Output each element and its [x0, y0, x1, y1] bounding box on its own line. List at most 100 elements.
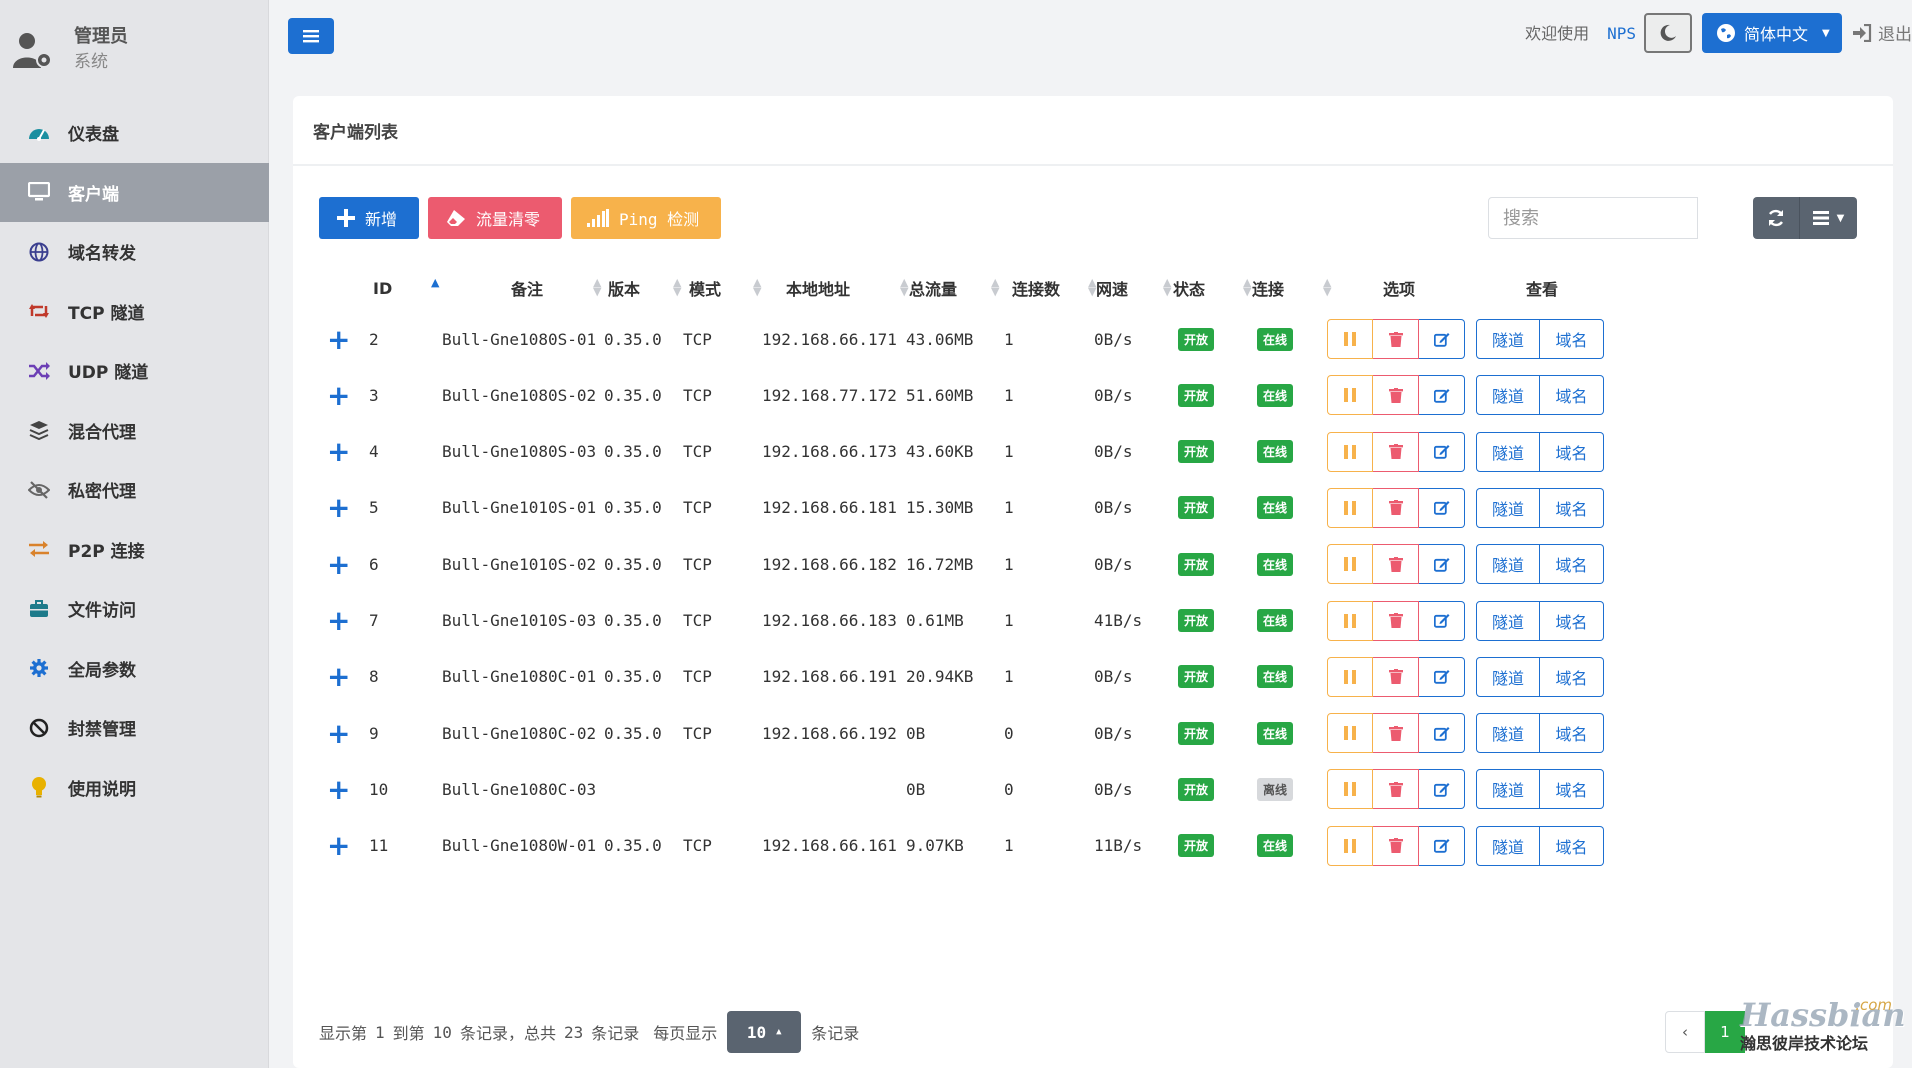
language-select[interactable]: 简体中文 ▼ — [1702, 13, 1842, 53]
sidebar-item-6[interactable]: 私密代理 — [0, 460, 269, 520]
column-header-3[interactable]: 模式 — [689, 268, 721, 308]
sidebar-item-9[interactable]: 全局参数 — [0, 639, 269, 699]
pause-button[interactable] — [1327, 600, 1373, 641]
sidebar-item-1[interactable]: 客户端 — [0, 162, 269, 222]
sidebar-item-0[interactable]: 仪表盘 — [0, 103, 269, 163]
page-button-current[interactable]: 1 — [1705, 1011, 1745, 1053]
page-size-select[interactable]: 10 ▲ — [727, 1011, 802, 1053]
delete-button[interactable] — [1373, 769, 1419, 810]
add-button[interactable]: 新增 — [319, 197, 419, 239]
sidebar-item-10[interactable]: 封禁管理 — [0, 698, 269, 758]
expand-row-icon[interactable]: + — [327, 596, 350, 646]
sidebar-item-3[interactable]: TCP 隧道 — [0, 282, 269, 342]
edit-button[interactable] — [1419, 769, 1465, 810]
delete-button[interactable] — [1373, 600, 1419, 641]
view-tunnel-button[interactable]: 隧道 — [1476, 319, 1540, 359]
edit-button[interactable] — [1419, 713, 1465, 754]
expand-row-icon[interactable]: + — [327, 483, 350, 533]
theme-toggle-button[interactable] — [1644, 13, 1692, 53]
view-domain-button[interactable]: 域名 — [1540, 319, 1604, 359]
refresh-button[interactable] — [1753, 197, 1799, 239]
view-domain-button[interactable]: 域名 — [1540, 487, 1604, 528]
sidebar-item-8[interactable]: 文件访问 — [0, 579, 269, 639]
expand-row-icon[interactable]: + — [327, 764, 350, 814]
view-domain-button[interactable]: 域名 — [1540, 825, 1604, 866]
sidebar-item-11[interactable]: 使用说明 — [0, 758, 269, 818]
sidebar-item-5[interactable]: 混合代理 — [0, 401, 269, 461]
expand-row-icon[interactable]: + — [327, 539, 350, 589]
sidebar-item-7[interactable]: P2P 连接 — [0, 520, 269, 580]
edit-button[interactable] — [1419, 319, 1465, 359]
view-domain-button[interactable]: 域名 — [1540, 769, 1604, 810]
delete-button[interactable] — [1373, 375, 1419, 416]
sort-icon[interactable]: ▲ ▼ — [673, 277, 681, 297]
pause-button[interactable] — [1327, 713, 1373, 754]
view-domain-button[interactable]: 域名 — [1540, 600, 1604, 641]
logout-button[interactable]: 退出 — [1852, 20, 1912, 45]
view-tunnel-button[interactable]: 隧道 — [1476, 431, 1540, 472]
expand-row-icon[interactable]: + — [327, 652, 350, 702]
view-tunnel-button[interactable]: 隧道 — [1476, 825, 1540, 866]
view-tunnel-button[interactable]: 隧道 — [1476, 600, 1540, 641]
edit-button[interactable] — [1419, 825, 1465, 866]
column-header-4[interactable]: 本地地址 — [786, 268, 850, 308]
sort-icon[interactable]: ▲ ▼ — [1243, 277, 1251, 297]
delete-button[interactable] — [1373, 825, 1419, 866]
pause-button[interactable] — [1327, 375, 1373, 416]
sort-icon[interactable]: ▲ — [431, 277, 439, 288]
pause-button[interactable] — [1327, 544, 1373, 585]
sort-icon[interactable]: ▲ ▼ — [900, 277, 908, 297]
column-header-8[interactable]: 状态 — [1173, 268, 1205, 308]
column-header-5[interactable]: 总流量 — [909, 268, 957, 308]
sort-icon[interactable]: ▲ ▼ — [1163, 277, 1171, 297]
view-tunnel-button[interactable]: 隧道 — [1476, 656, 1540, 697]
edit-button[interactable] — [1419, 487, 1465, 528]
column-header-6[interactable]: 连接数 — [1012, 268, 1060, 308]
pause-button[interactable] — [1327, 431, 1373, 472]
view-domain-button[interactable]: 域名 — [1540, 431, 1604, 472]
view-tunnel-button[interactable]: 隧道 — [1476, 487, 1540, 528]
ping-button[interactable]: Ping 检测 — [571, 197, 721, 239]
view-domain-button[interactable]: 域名 — [1540, 375, 1604, 416]
clear-traffic-button[interactable]: 流量清零 — [428, 197, 562, 239]
sort-icon[interactable]: ▲ ▼ — [593, 277, 601, 297]
sidebar-item-2[interactable]: 域名转发 — [0, 222, 269, 282]
search-input[interactable] — [1488, 197, 1698, 239]
column-header-1[interactable]: 备注 — [511, 268, 543, 308]
column-header-9[interactable]: 连接 — [1252, 268, 1284, 308]
edit-button[interactable] — [1419, 544, 1465, 585]
view-tunnel-button[interactable]: 隧道 — [1476, 769, 1540, 810]
menu-toggle-button[interactable] — [288, 18, 334, 54]
column-header-7[interactable]: 网速 — [1096, 268, 1128, 308]
edit-button[interactable] — [1419, 375, 1465, 416]
pause-button[interactable] — [1327, 769, 1373, 810]
column-header-2[interactable]: 版本 — [608, 268, 640, 308]
pause-button[interactable] — [1327, 319, 1373, 359]
column-header-0[interactable]: ID — [373, 268, 392, 308]
view-tunnel-button[interactable]: 隧道 — [1476, 375, 1540, 416]
edit-button[interactable] — [1419, 656, 1465, 697]
delete-button[interactable] — [1373, 544, 1419, 585]
expand-row-icon[interactable]: + — [327, 314, 350, 364]
pause-button[interactable] — [1327, 656, 1373, 697]
expand-row-icon[interactable]: + — [327, 370, 350, 420]
sort-icon[interactable]: ▲ ▼ — [753, 277, 761, 297]
expand-row-icon[interactable]: + — [327, 708, 350, 758]
brand-link[interactable]: NPS — [1607, 24, 1636, 43]
expand-row-icon[interactable]: + — [327, 821, 350, 871]
delete-button[interactable] — [1373, 713, 1419, 754]
delete-button[interactable] — [1373, 487, 1419, 528]
delete-button[interactable] — [1373, 656, 1419, 697]
edit-button[interactable] — [1419, 600, 1465, 641]
sort-icon[interactable]: ▲ ▼ — [1323, 277, 1331, 297]
prev-page-button[interactable]: ‹ — [1665, 1011, 1705, 1053]
expand-row-icon[interactable]: + — [327, 427, 350, 477]
view-tunnel-button[interactable]: 隧道 — [1476, 544, 1540, 585]
sidebar-item-4[interactable]: UDP 隧道 — [0, 341, 269, 401]
view-tunnel-button[interactable]: 隧道 — [1476, 713, 1540, 754]
pause-button[interactable] — [1327, 487, 1373, 528]
view-domain-button[interactable]: 域名 — [1540, 656, 1604, 697]
delete-button[interactable] — [1373, 319, 1419, 359]
delete-button[interactable] — [1373, 431, 1419, 472]
columns-toggle-button[interactable]: ▼ — [1799, 197, 1857, 239]
